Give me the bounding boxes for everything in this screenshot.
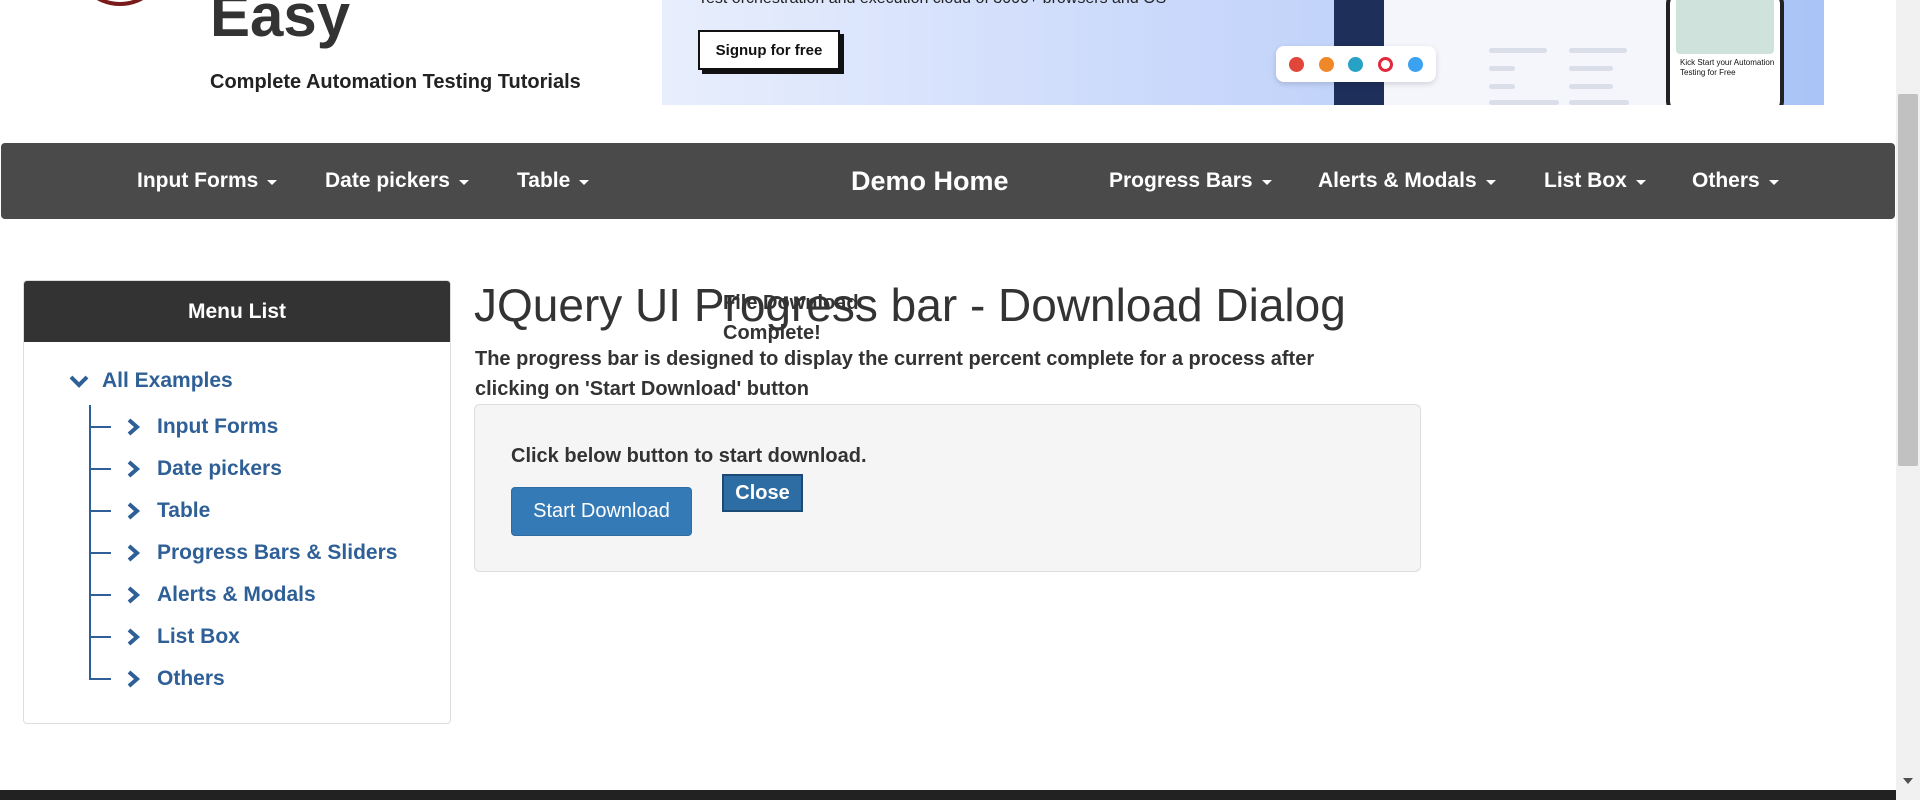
sidebar-item-label: Table <box>157 499 211 522</box>
tree-branch <box>89 510 111 512</box>
chevron-right-icon <box>127 418 141 436</box>
nav-label: Others <box>1692 169 1760 192</box>
sidebar-item-input-forms[interactable]: Input Forms <box>89 413 278 441</box>
sidebar-item-label: Date pickers <box>157 457 282 480</box>
panel-label: Click below button to start download. <box>511 445 867 467</box>
sidebar-item-alerts-modals[interactable]: Alerts & Modals <box>89 581 316 609</box>
nav-progress-bars[interactable]: Progress Bars <box>1109 143 1272 219</box>
page-description: The progress bar is designed to display … <box>475 348 1315 400</box>
sidebar-menu: Menu List All Examples Input Forms Date … <box>23 280 451 724</box>
banner-text: Test orchestration and execution cloud o… <box>698 0 1166 8</box>
sidebar-item-label: Input Forms <box>157 415 279 438</box>
chevron-right-icon <box>127 544 141 562</box>
tree-root-label: All Examples <box>102 369 233 392</box>
banner-phone: Kick Start your Automation Testing for F… <box>1666 0 1784 105</box>
nav-input-forms[interactable]: Input Forms <box>137 143 278 219</box>
chevron-right-icon <box>127 502 141 520</box>
tree-branch <box>89 594 111 596</box>
nav-alerts-modals[interactable]: Alerts & Modals <box>1318 143 1496 219</box>
chevron-right-icon <box>127 586 141 604</box>
phone-text: Kick Start your Automation Testing for F… <box>1680 58 1775 77</box>
sidebar-item-label: Others <box>157 667 225 690</box>
nav-label: Date pickers <box>325 169 450 192</box>
caret-down-icon <box>1768 180 1779 185</box>
nav-label: Input Forms <box>137 169 259 192</box>
chrome-icon <box>1289 56 1305 72</box>
download-panel: Click below button to start download. St… <box>474 404 1421 572</box>
caret-down-icon <box>267 180 278 185</box>
sidebar-item-date-pickers[interactable]: Date pickers <box>89 455 282 483</box>
browser-icons-bar <box>1276 46 1436 82</box>
caret-down-icon <box>1261 180 1272 185</box>
scroll-down-icon[interactable] <box>1903 778 1913 784</box>
nav-label: Demo Home <box>851 165 1009 196</box>
caret-down-icon <box>1635 180 1646 185</box>
chevron-right-icon <box>127 670 141 688</box>
sidebar-item-label: Alerts & Modals <box>157 583 316 606</box>
sidebar-item-progress-bars[interactable]: Progress Bars & Sliders <box>89 539 397 567</box>
tree-branch <box>89 552 111 554</box>
start-download-button[interactable]: Start Download <box>511 487 692 536</box>
sidebar-item-label: Progress Bars & Sliders <box>157 541 398 564</box>
opera-icon <box>1378 56 1394 72</box>
sidebar-item-label: List Box <box>157 625 240 648</box>
nav-date-pickers[interactable]: Date pickers <box>325 143 469 219</box>
nav-label: Table <box>517 169 571 192</box>
firefox-icon <box>1318 56 1334 72</box>
nav-demo-home[interactable]: Demo Home <box>851 143 1009 219</box>
scrollbar-thumb[interactable] <box>1898 94 1918 466</box>
main-navbar: Input Forms Date pickers Table Demo Home… <box>1 143 1895 219</box>
brand-tagline: Complete Automation Testing Tutorials <box>210 71 581 93</box>
chevron-right-icon <box>127 460 141 478</box>
tree-branch <box>89 678 111 680</box>
sidebar-title: Menu List <box>24 281 450 342</box>
nav-others[interactable]: Others <box>1692 143 1779 219</box>
dialog-title: File Download <box>723 292 859 314</box>
caret-down-icon <box>1485 180 1496 185</box>
ad-banner[interactable]: Test orchestration and execution cloud o… <box>662 0 1824 105</box>
caret-down-icon <box>579 180 590 185</box>
tree-root-all-examples[interactable]: All Examples <box>68 369 233 393</box>
page-footer <box>0 790 1896 800</box>
chevron-right-icon <box>127 628 141 646</box>
sidebar-item-table[interactable]: Table <box>89 497 210 525</box>
chevron-down-icon <box>69 375 89 388</box>
nav-label: Progress Bars <box>1109 169 1253 192</box>
site-logo[interactable] <box>72 0 168 6</box>
nav-label: List Box <box>1544 169 1627 192</box>
tree-branch <box>89 636 111 638</box>
sidebar-item-list-box[interactable]: List Box <box>89 623 240 651</box>
page-title: JQuery UI Progress bar - Download Dialog <box>474 279 1346 331</box>
brand-name: Easy <box>210 0 351 49</box>
caret-down-icon <box>458 180 469 185</box>
dialog-close-button[interactable]: Close <box>722 474 803 512</box>
nav-table[interactable]: Table <box>517 143 590 219</box>
tree-branch <box>89 426 111 428</box>
nav-label: Alerts & Modals <box>1318 169 1477 192</box>
signup-button[interactable]: Signup for free <box>698 30 840 70</box>
nav-list-box[interactable]: List Box <box>1544 143 1646 219</box>
phone-screen <box>1676 0 1774 54</box>
tree-branch <box>89 468 111 470</box>
download-dialog: File Download Complete! <box>723 288 883 348</box>
dialog-status: Complete! <box>723 322 821 344</box>
edge-icon <box>1348 56 1364 72</box>
sidebar-item-others[interactable]: Others <box>89 665 225 693</box>
safari-icon <box>1407 56 1423 72</box>
